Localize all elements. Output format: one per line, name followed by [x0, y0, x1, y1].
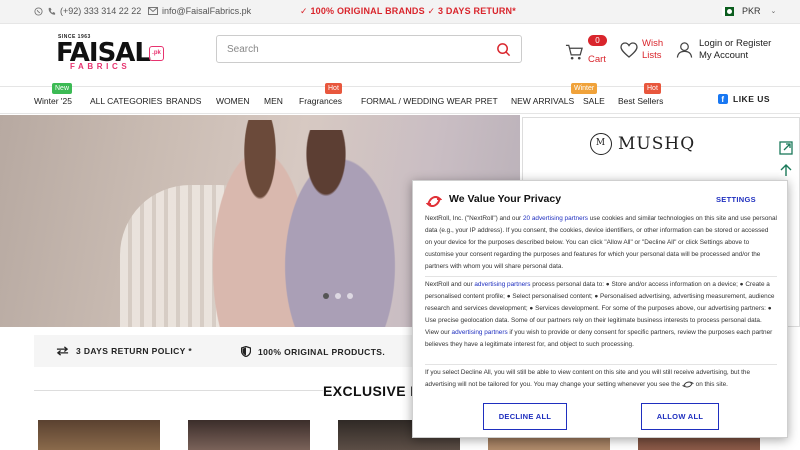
email-contact[interactable]: info@FaisalFabrics.pk — [148, 6, 251, 16]
logo-tld: .pk — [149, 46, 164, 61]
nav-item-formal-wedding[interactable]: FORMAL / WEDDING WEAR — [361, 96, 472, 106]
chevron-down-icon: ⌄ — [770, 8, 777, 15]
like-us-label: LIKE US — [733, 94, 771, 104]
phone-number: (+92) 333 314 22 22 — [60, 6, 142, 16]
mushq-monogram: M — [590, 133, 612, 155]
nav-item-men[interactable]: MEN — [264, 96, 283, 106]
wishlist-button[interactable]: Wish Lists — [620, 38, 663, 62]
whatsapp-icon — [34, 6, 43, 16]
badge-hot-best-sellers: Hot — [644, 83, 661, 94]
top-bar: (+92) 333 314 22 22 info@FaisalFabrics.p… — [0, 0, 800, 24]
currency-label: PKR — [742, 6, 761, 16]
search-icon[interactable] — [496, 42, 511, 57]
exchange-arrows-icon — [56, 346, 69, 356]
consent-text: use cookies and similar technologies on … — [425, 215, 777, 270]
allow-all-button[interactable]: ALLOW ALL — [641, 403, 719, 430]
carousel-dot[interactable] — [347, 293, 353, 299]
badge-hot-fragrances: Hot — [325, 83, 342, 94]
external-link-icon[interactable] — [778, 140, 794, 156]
account-button[interactable]: Login or Register My Account — [676, 38, 771, 62]
consent-divider — [425, 276, 777, 277]
decline-all-button[interactable]: DECLINE ALL — [483, 403, 567, 430]
account-my-account[interactable]: My Account — [699, 50, 771, 62]
badge-winter: Winter — [571, 83, 598, 94]
nav-item-best-sellers[interactable]: Best Sellers — [618, 96, 663, 106]
heart-icon — [620, 42, 638, 58]
nav-item-all-categories[interactable]: ALL CATEGORIES — [90, 96, 162, 106]
nav-item-winter[interactable]: Winter '25 — [34, 96, 72, 106]
carousel-dot[interactable] — [335, 293, 341, 299]
consent-dialog: We Value Your Privacy SETTINGS NextRoll,… — [412, 180, 788, 438]
nav-item-new-arrivals[interactable]: NEW ARRIVALS — [511, 96, 574, 106]
mushq-brand-name: MUSHQ — [618, 134, 696, 154]
cart-label: Cart — [588, 54, 606, 65]
consent-paragraph-2: NextRoll and our advertising partners pr… — [425, 279, 777, 350]
scroll-to-top-icon[interactable] — [778, 162, 794, 178]
shield-icon — [241, 346, 251, 357]
search-input[interactable] — [227, 41, 487, 58]
consent-settings-icon — [681, 381, 694, 388]
feature-returns-label: 3 DAYS RETURN POLICY * — [76, 346, 193, 356]
cart-icon — [565, 44, 583, 60]
carousel-dots — [323, 293, 353, 299]
advertising-partners-link[interactable]: advertising partners — [452, 329, 508, 336]
email-address: info@FaisalFabrics.pk — [162, 6, 252, 16]
promo-text: ✓ 100% ORIGINAL BRANDS ✓ 3 DAYS RETURN* — [300, 6, 516, 16]
feature-original-label: 100% ORIGINAL PRODUCTS. — [258, 346, 386, 357]
currency-selector[interactable]: PKR ⌄ — [722, 6, 776, 16]
nav-item-women[interactable]: WOMEN — [216, 96, 250, 106]
feature-original: 100% ORIGINAL PRODUCTS. — [241, 346, 385, 357]
phone-icon — [48, 7, 56, 15]
pakistan-flag-icon — [722, 6, 734, 16]
account-login[interactable]: Login or Register — [699, 38, 771, 50]
nav-item-brands[interactable]: BRANDS — [166, 96, 201, 106]
consent-paragraph-3: If you select Decline All, you will stil… — [425, 367, 777, 391]
phone-contact[interactable]: (+92) 333 314 22 22 — [34, 6, 141, 16]
badge-new: New — [52, 83, 73, 94]
wishlist-line1: Wish — [642, 38, 664, 49]
wishlist-line2: Lists — [642, 50, 662, 61]
consent-paragraph-1: NextRoll, Inc. ("NextRoll") and our 20 a… — [425, 213, 777, 273]
nextroll-logo-icon — [426, 196, 442, 207]
consent-settings-link[interactable]: SETTINGS — [716, 195, 756, 204]
consent-divider — [425, 364, 777, 365]
consent-title: We Value Your Privacy — [449, 193, 562, 205]
logo-subtitle: FABRICS — [70, 62, 131, 71]
facebook-icon: f — [718, 94, 728, 104]
consent-text: on this site. — [693, 380, 728, 388]
product-thumbnail[interactable] — [188, 420, 310, 450]
nav-item-pret[interactable]: PRET — [475, 96, 498, 106]
nav-item-sale[interactable]: SALE — [583, 96, 605, 106]
mail-icon — [148, 7, 158, 15]
consent-text: NextRoll, Inc. ("NextRoll") and our — [425, 215, 523, 222]
site-logo[interactable]: SINCE 1963 FAISAL FABRICS .pk — [56, 34, 166, 74]
advertising-partners-link[interactable]: 20 advertising partners — [523, 215, 588, 222]
facebook-like[interactable]: f LIKE US — [718, 94, 770, 104]
consent-text: NextRoll and our — [425, 281, 475, 288]
advertising-partners-link[interactable]: advertising partners — [474, 281, 530, 288]
cart-count-badge: 0 — [588, 35, 607, 46]
product-thumbnail[interactable] — [38, 420, 160, 450]
mushq-brand-logo: M MUSHQ — [590, 133, 695, 155]
feature-returns: 3 DAYS RETURN POLICY * — [56, 346, 192, 356]
carousel-dot[interactable] — [323, 293, 329, 299]
user-icon — [676, 42, 693, 58]
search-box — [216, 35, 522, 63]
nav-item-fragrances[interactable]: Fragrances — [299, 96, 342, 106]
consent-text: process personal data to: ● Store and/or… — [425, 281, 775, 336]
